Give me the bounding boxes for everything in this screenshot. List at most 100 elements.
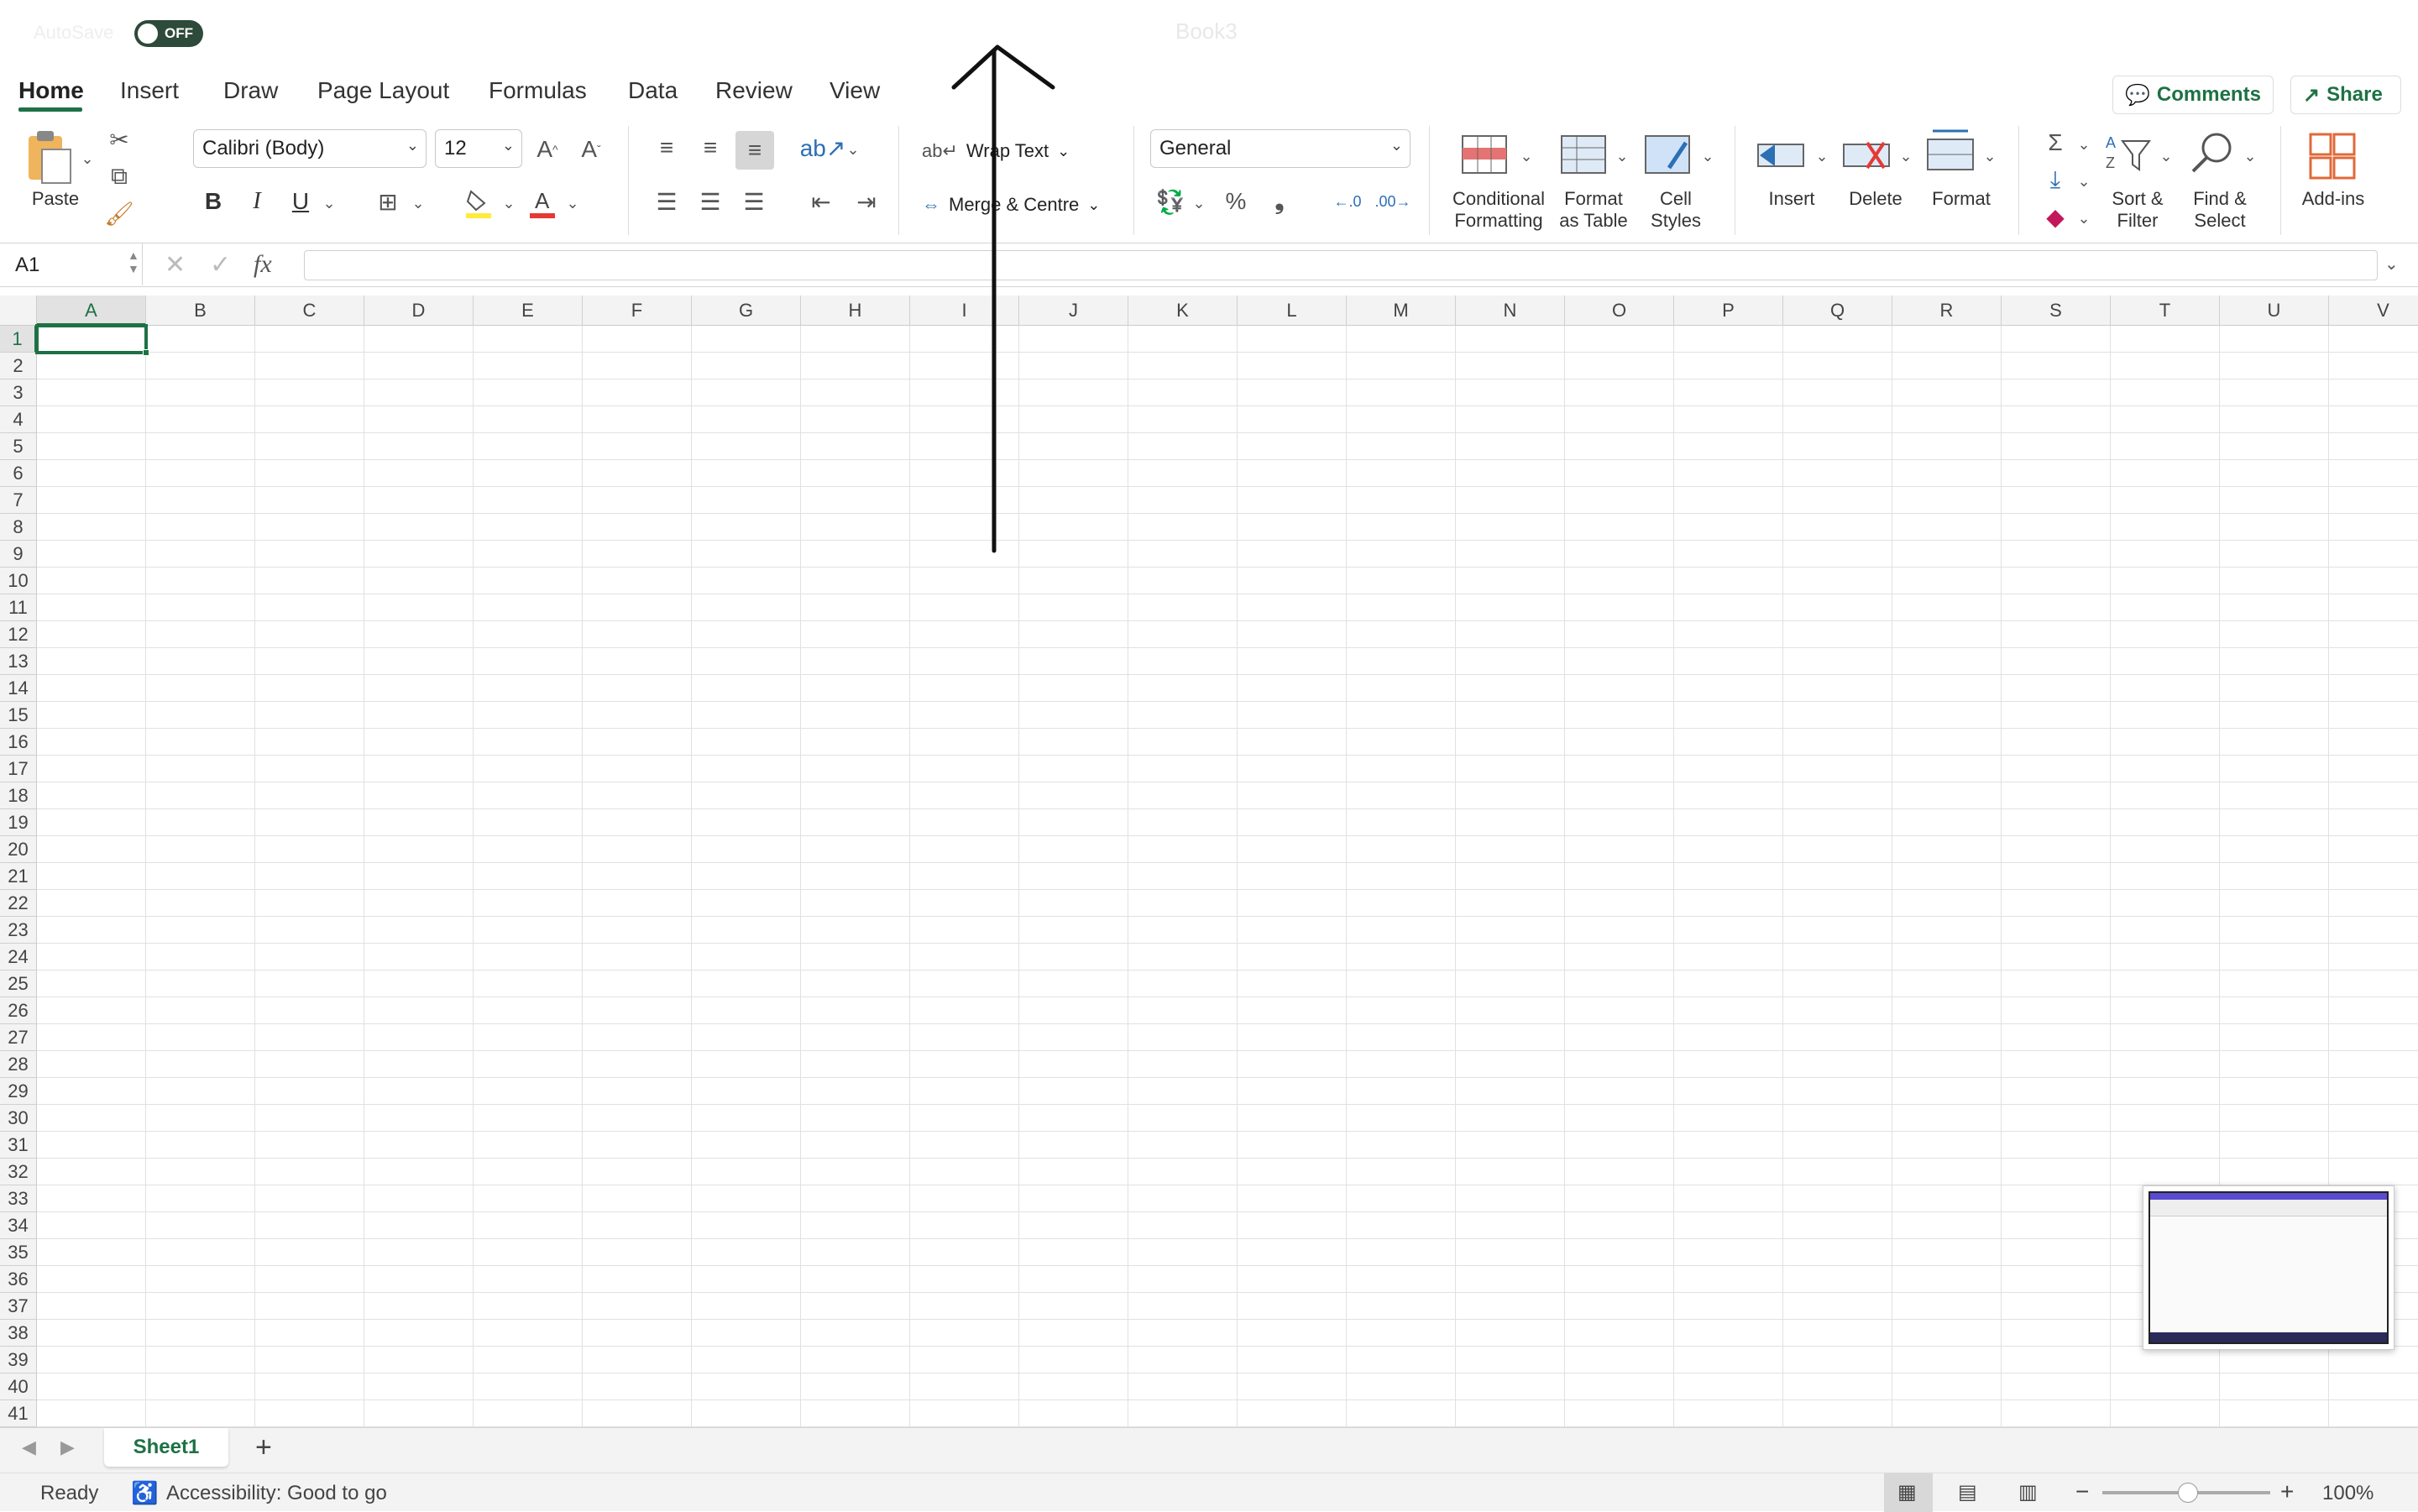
tab-data[interactable]: Data: [628, 77, 678, 104]
increase-indent-icon[interactable]: ⇥: [850, 185, 883, 218]
zoom-slider[interactable]: [2102, 1483, 2270, 1503]
paste-icon[interactable]: [24, 129, 77, 188]
column-header-t[interactable]: T: [2111, 296, 2220, 326]
column-header-h[interactable]: H: [801, 296, 910, 326]
borders-dropdown-icon[interactable]: ⌄: [408, 188, 428, 218]
cut-icon[interactable]: ✂: [104, 124, 134, 154]
font-size-select[interactable]: 12 ⌄: [435, 129, 522, 168]
column-header-b[interactable]: B: [146, 296, 255, 326]
decrease-indent-icon[interactable]: ⇤: [804, 185, 838, 218]
row-header-26[interactable]: 26: [0, 997, 37, 1024]
borders-icon[interactable]: ⊞: [371, 185, 405, 218]
chevron-down-icon[interactable]: ⌄: [2074, 166, 2094, 196]
row-header-34[interactable]: 34: [0, 1212, 37, 1239]
column-header-v[interactable]: V: [2329, 296, 2418, 326]
row-header-21[interactable]: 21: [0, 863, 37, 890]
column-header-u[interactable]: U: [2220, 296, 2329, 326]
format-cells-icon[interactable]: [1924, 126, 1976, 176]
conditional-formatting-icon[interactable]: [1459, 133, 1510, 176]
column-header-l[interactable]: L: [1238, 296, 1347, 326]
row-header-18[interactable]: 18: [0, 782, 37, 809]
row-header-17[interactable]: 17: [0, 756, 37, 782]
row-header-8[interactable]: 8: [0, 514, 37, 541]
tab-home[interactable]: Home: [18, 77, 84, 104]
select-all-corner[interactable]: [0, 296, 37, 326]
paste-dropdown-icon[interactable]: ⌄: [79, 146, 96, 171]
underline-button[interactable]: U: [285, 185, 316, 218]
tab-view[interactable]: View: [830, 77, 880, 104]
column-header-f[interactable]: F: [583, 296, 692, 326]
bold-button[interactable]: B: [198, 185, 228, 218]
align-middle-icon[interactable]: ≡: [693, 131, 727, 165]
row-header-11[interactable]: 11: [0, 594, 37, 621]
align-right-icon[interactable]: ☰: [737, 185, 771, 218]
row-header-23[interactable]: 23: [0, 917, 37, 944]
share-button[interactable]: ↗ Share: [2290, 76, 2401, 114]
enter-icon[interactable]: ✓: [210, 250, 231, 280]
row-header-13[interactable]: 13: [0, 648, 37, 675]
column-header-k[interactable]: K: [1128, 296, 1238, 326]
row-header-39[interactable]: 39: [0, 1347, 37, 1373]
tab-review[interactable]: Review: [715, 77, 793, 104]
page-layout-view-icon[interactable]: ▤: [1958, 1480, 1977, 1504]
sheet-tab-sheet1[interactable]: Sheet1: [104, 1428, 228, 1467]
row-header-32[interactable]: 32: [0, 1159, 37, 1185]
row-header-37[interactable]: 37: [0, 1293, 37, 1320]
row-header-31[interactable]: 31: [0, 1132, 37, 1159]
font-color-icon[interactable]: A: [526, 185, 559, 222]
column-header-a[interactable]: A: [37, 296, 146, 326]
tab-formulas[interactable]: Formulas: [489, 77, 587, 104]
column-header-m[interactable]: M: [1347, 296, 1456, 326]
copy-icon[interactable]: ⧉: [104, 161, 134, 191]
add-sheet-button[interactable]: +: [255, 1431, 272, 1464]
zoom-in-button[interactable]: +: [2280, 1478, 2294, 1505]
decrease-font-icon[interactable]: Aˇ: [574, 133, 608, 166]
align-bottom-icon[interactable]: ≡: [735, 131, 774, 170]
accounting-dropdown-icon[interactable]: ⌄: [1189, 188, 1209, 218]
page-break-view-icon[interactable]: ▥: [2018, 1480, 2038, 1504]
font-name-select[interactable]: Calibri (Body) ⌄: [193, 129, 427, 168]
column-header-r[interactable]: R: [1892, 296, 2002, 326]
autosum-icon[interactable]: Σ: [2039, 126, 2072, 160]
row-header-40[interactable]: 40: [0, 1373, 37, 1400]
chevron-down-icon[interactable]: ⌄: [1896, 141, 1916, 171]
row-header-16[interactable]: 16: [0, 729, 37, 756]
column-header-g[interactable]: G: [692, 296, 801, 326]
row-header-2[interactable]: 2: [0, 353, 37, 379]
chevron-down-icon[interactable]: ⌄: [2074, 129, 2094, 160]
row-header-6[interactable]: 6: [0, 460, 37, 487]
tab-draw[interactable]: Draw: [223, 77, 278, 104]
add-ins-icon[interactable]: [2305, 129, 2359, 183]
decrease-decimal-icon[interactable]: .00→: [1374, 185, 1412, 218]
column-header-o[interactable]: O: [1565, 296, 1674, 326]
zoom-slider-thumb[interactable]: [2178, 1483, 2198, 1503]
accounting-format-icon[interactable]: 💱: [1154, 185, 1187, 218]
orientation-icon[interactable]: ab↗: [800, 131, 846, 165]
align-center-icon[interactable]: ☰: [693, 185, 727, 218]
row-header-24[interactable]: 24: [0, 944, 37, 971]
fill-handle[interactable]: [143, 349, 149, 356]
next-sheet-icon[interactable]: ▶: [60, 1436, 75, 1458]
column-header-c[interactable]: C: [255, 296, 364, 326]
increase-font-icon[interactable]: A ^: [531, 133, 564, 166]
row-header-29[interactable]: 29: [0, 1078, 37, 1105]
screenshot-thumbnail[interactable]: [2143, 1185, 2394, 1350]
font-color-dropdown-icon[interactable]: ⌄: [563, 188, 583, 218]
align-left-icon[interactable]: ☰: [650, 185, 683, 218]
zoom-level[interactable]: 100%: [2322, 1482, 2374, 1505]
cancel-icon[interactable]: ✕: [165, 250, 186, 280]
chevron-down-icon[interactable]: ⌄: [1698, 141, 1718, 171]
row-header-41[interactable]: 41: [0, 1400, 37, 1427]
cell-styles-icon[interactable]: [1642, 133, 1693, 176]
chevron-down-icon[interactable]: ⌄: [2156, 141, 2176, 171]
row-header-12[interactable]: 12: [0, 621, 37, 648]
comments-button[interactable]: 💬 Comments: [2112, 76, 2274, 114]
worksheet-grid[interactable]: A B C D E F G H I J K L M N O P Q R S T U V 1 2 3 4 5 6 7 8 9 10 11 12 13 1…: [0, 296, 2418, 1427]
row-header-35[interactable]: 35: [0, 1239, 37, 1266]
column-header-p[interactable]: P: [1674, 296, 1783, 326]
search-icon[interactable]: [2186, 129, 2237, 176]
name-box[interactable]: A1: [0, 243, 143, 285]
underline-dropdown-icon[interactable]: ⌄: [319, 188, 339, 218]
column-header-d[interactable]: D: [364, 296, 474, 326]
fill-dropdown-icon[interactable]: ⌄: [499, 188, 519, 218]
